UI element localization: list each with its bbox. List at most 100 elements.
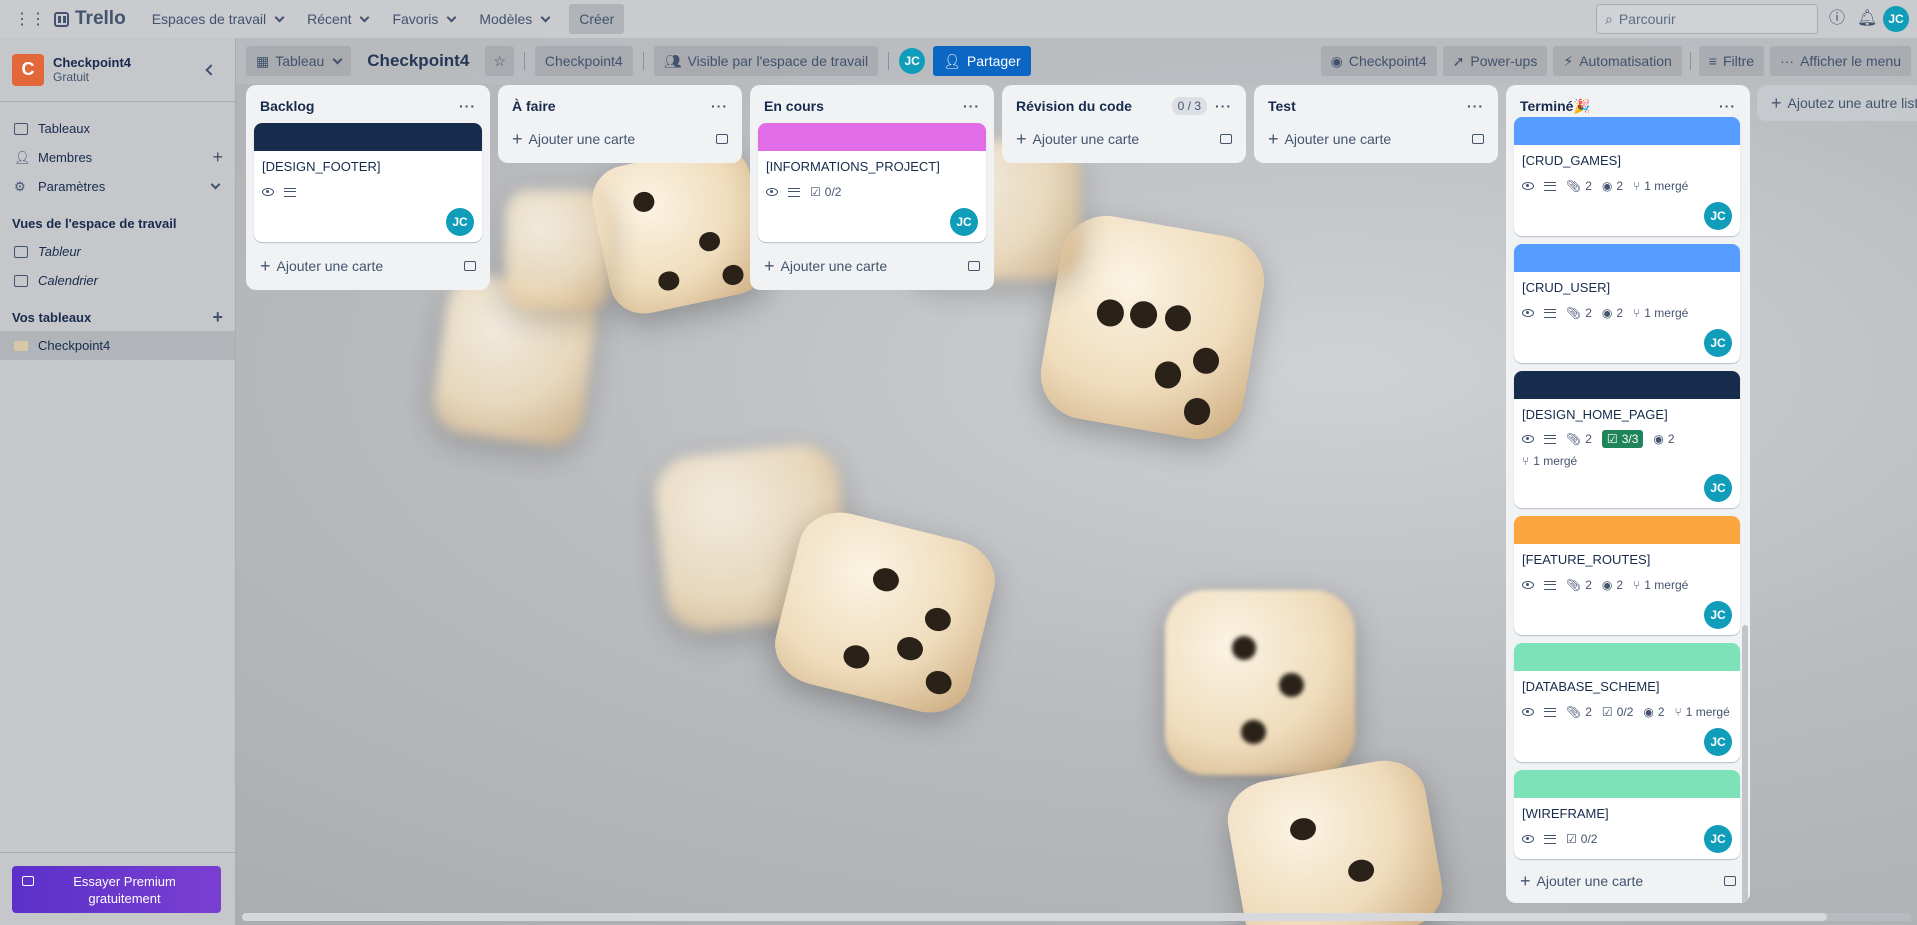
horizontal-scrollbar[interactable] [242,913,1912,921]
power-ups-button[interactable]: ➚ Power-ups [1442,46,1548,76]
list-actions-icon[interactable]: ··· [963,98,980,114]
card-member-avatar[interactable]: JC [1704,825,1732,853]
share-button[interactable]: 👤︎ Partager [933,46,1031,76]
sidebar-board-checkpoint4[interactable]: Checkpoint4 [0,331,235,360]
attachment-icon: 📎︎ [1566,306,1582,320]
list-actions-icon[interactable]: ··· [1719,98,1736,114]
chevron-down-icon[interactable] [210,179,221,190]
list-header[interactable]: Backlog ··· [254,89,482,123]
list-header[interactable]: À faire ··· [506,89,734,123]
filter-button[interactable]: ≡ Filtre [1698,46,1765,76]
list-actions-icon[interactable]: ··· [1215,98,1232,114]
card-template-icon[interactable] [968,261,980,271]
list-header[interactable]: En cours ··· [758,89,986,123]
menu-recent[interactable]: Récent [297,4,378,34]
list-actions-icon[interactable]: ··· [459,98,476,114]
list-title[interactable]: Test [1268,98,1296,114]
list-header[interactable]: Révision du code 0 / 3 ··· [1010,89,1238,123]
board-title[interactable]: Checkpoint4 [359,51,477,71]
card[interactable]: [WIREFRAME] ☑ 0/2 JC [1514,770,1740,859]
card[interactable]: [DATABASE_SCHEME] 📎︎ 2 ☑ 0/2 ◉ 2 ⑂ 1 mergé JC [1514,643,1740,762]
add-member-icon[interactable]: + [212,147,223,168]
menu-favorites[interactable]: Favoris [382,4,465,34]
add-list-button[interactable]: + Ajoutez une autre liste [1757,85,1917,121]
sidebar-item-table-view[interactable]: Tableur [0,237,235,266]
try-premium-button[interactable]: Essayer Premium gratuitement [12,866,221,913]
trello-logo-icon [54,11,69,27]
card-member-avatar[interactable]: JC [1704,329,1732,357]
list-header[interactable]: Test ··· [1262,89,1490,123]
card[interactable]: [FEATURE_ROUTES] 📎︎ 2 ◉ 2 ⑂ 1 mergé JC [1514,516,1740,635]
list-title[interactable]: En cours [764,98,824,114]
card-members: JC [262,208,474,236]
sidebar-item-calendar-view[interactable]: Calendrier [0,266,235,295]
card-member-avatar[interactable]: JC [1704,202,1732,230]
sidebar-item-members[interactable]: 👤︎ Membres + [0,143,235,172]
sidebar-item-settings[interactable]: ⚙ Paramètres [0,172,235,201]
card-member-avatar[interactable]: JC [446,208,474,236]
card-title: [FEATURE_ROUTES] [1522,552,1651,567]
card[interactable]: [DESIGN_HOME_PAGE] 📎︎ 2 ☑ 3/3 ◉ 2 ⑂ 1 mergé JC [1514,371,1740,508]
workspace-button[interactable]: Checkpoint4 [534,46,633,76]
card-member-avatar[interactable]: JC [1704,601,1732,629]
card-template-icon[interactable] [1472,134,1484,144]
card[interactable]: [CRUD_GAMES] 📎︎ 2 ◉ 2 ⑂ 1 mergé JC [1514,117,1740,236]
divider [642,52,644,70]
card-template-icon[interactable] [1724,876,1736,886]
app-switcher-icon[interactable]: ⋮⋮ [10,4,50,34]
github-badge: ◉ 2 [1601,179,1624,193]
add-card-button[interactable]: + Ajouter une carte [1010,123,1238,155]
list-title[interactable]: À faire [512,98,556,114]
list-actions-icon[interactable]: ··· [1467,98,1484,114]
card-member-avatar[interactable]: JC [950,208,978,236]
list-title[interactable]: Révision du code [1016,98,1132,114]
add-card-button[interactable]: + Ajouter une carte [506,123,734,155]
card[interactable]: [CRUD_USER] 📎︎ 2 ◉ 2 ⑂ 1 mergé JC [1514,244,1740,363]
card[interactable]: [DESIGN_FOOTER] JC [254,123,482,242]
show-menu-button[interactable]: ··· Afficher le menu [1770,46,1911,76]
add-card-button[interactable]: + Ajouter une carte [254,250,482,282]
card-member-avatar[interactable]: JC [1704,474,1732,502]
search-input[interactable]: ⌕ Parcourir [1596,4,1818,34]
workspace-header: C Checkpoint4 Gratuit [0,38,235,102]
list-1: À faire ··· + Ajouter une carte [498,85,742,163]
add-card-button[interactable]: + Ajouter une carte [1262,123,1490,155]
automation-button[interactable]: ⚡︎ Automatisation [1553,46,1682,76]
card-cover [254,123,482,151]
sidebar-item-boards[interactable]: Tableaux [0,114,235,143]
board-member-avatar[interactable]: JC [899,48,926,74]
visibility-button[interactable]: 👥︎ Visible par l'espace de travail [653,46,879,76]
add-card-button[interactable]: + Ajouter une carte [758,250,986,282]
menu-workspaces[interactable]: Espaces de travail [142,4,293,34]
watching-badge [1522,835,1534,843]
info-icon[interactable]: ⓘ [1827,9,1847,29]
card-template-icon[interactable] [716,134,728,144]
chevron-down-icon [274,12,285,22]
card-member-avatar[interactable]: JC [1704,728,1732,756]
trello-logo[interactable]: Trello [54,8,126,30]
workspace-name[interactable]: Checkpoint4 [53,55,131,70]
list-title[interactable]: Backlog [260,98,314,114]
card-template-icon[interactable] [464,261,476,271]
card-badges: ☑ 0/2 [766,182,978,202]
card-template-icon[interactable] [1220,134,1232,144]
add-card-button[interactable]: + Ajouter une carte [1514,865,1742,897]
scrollbar-thumb[interactable] [242,913,1827,921]
list-title[interactable]: Terminé🎉 [1520,98,1591,115]
pull-request-icon: ⑂ [1522,454,1530,468]
board-view-switcher[interactable]: ▦ Tableau [246,46,352,76]
collapse-sidebar-icon[interactable] [205,63,217,76]
card-members: JC [1522,329,1732,357]
card[interactable]: [INFORMATIONS_PROJECT] ☑ 0/2 JC [758,123,986,242]
list-scrollbar[interactable] [1742,625,1748,903]
watching-badge [1522,182,1534,190]
user-avatar[interactable]: JC [1883,6,1909,32]
star-board-icon[interactable]: ☆ [485,46,514,76]
create-button[interactable]: Créer [569,4,625,34]
notification-bell-icon[interactable]: 🔔︎ [1857,9,1877,29]
github-powerup-button[interactable]: ◉ Checkpoint4 [1320,46,1437,76]
add-board-icon[interactable]: + [212,307,223,328]
menu-templates[interactable]: Modèles [469,4,559,34]
list-actions-icon[interactable]: ··· [711,98,728,114]
card-limit-badge: 0 / 3 [1171,97,1207,115]
